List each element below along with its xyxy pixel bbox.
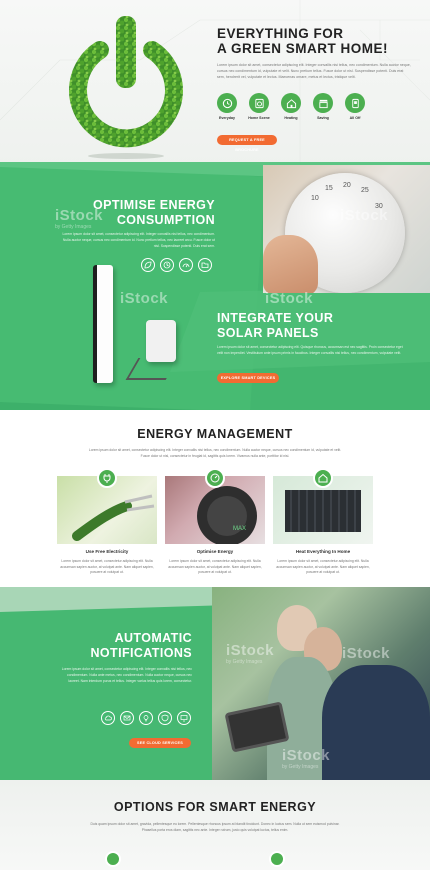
clock-icon (217, 93, 237, 113)
watermark-brand: iStock (265, 290, 314, 307)
solar-description: Lorem ipsum dolor sit amet, consectetur … (217, 345, 403, 355)
monitor-icon (177, 711, 191, 725)
card-title: Heat Everything In Home (295, 549, 351, 554)
hero-section: EVERYTHING FOR A GREEN SMART HOME! Lorem… (0, 0, 430, 170)
feature-home-scene[interactable]: Home Scene (248, 93, 270, 120)
explore-devices-button[interactable]: EXPLORE SMART DEVICES (217, 373, 279, 383)
watermark-sub: by Getty Images (226, 659, 263, 665)
house-icon (281, 93, 301, 113)
gauge-icon (205, 468, 225, 488)
notifications-description: Lorem ipsum dolor sit amet, consectetur … (61, 667, 192, 683)
folder-icon (198, 258, 212, 272)
solar-title: INTEGRATE YOUR SOLAR PANELS (217, 311, 397, 341)
options-section: OPTIONS FOR SMART ENERGY Duis quam ipsum… (0, 780, 430, 870)
thermostat-device (93, 265, 113, 383)
hero-title-line1: EVERYTHING FOR (217, 26, 344, 41)
watermark: iStock (342, 645, 390, 662)
power-icon (69, 16, 183, 159)
hand-image (263, 235, 318, 293)
energy-management-section: ENERGY MANAGEMENT Lorem ipsum dolor sit … (0, 410, 430, 600)
watermark-brand: iStock (342, 645, 391, 662)
management-title: ENERGY MANAGEMENT (137, 427, 293, 441)
optimise-title: OPTIMISE ENERGY CONSUMPTION (60, 198, 215, 228)
card-description: Lorem ipsum dolor sit amet, consectetur … (276, 559, 370, 575)
svg-text:MAX: MAX (233, 526, 246, 532)
home-icon (313, 468, 333, 488)
feature-saving[interactable]: Saving (312, 93, 334, 120)
clock-icon (160, 258, 174, 272)
management-description: Lorem ipsum dolor sit amet, consectetur … (88, 448, 342, 458)
options-icons (105, 851, 285, 867)
watermark-brand: iStock (120, 290, 169, 307)
watermark-brand: iStock (226, 642, 275, 659)
feature-label: Everyday (219, 116, 235, 120)
solar-title-line1: INTEGRATE YOUR (217, 311, 334, 325)
card-title: Optimise Energy (196, 549, 234, 554)
card-heat-home[interactable]: Heat Everything In Home Lorem ipsum dolo… (273, 468, 373, 576)
smart-hub-device (146, 320, 176, 362)
feature-label: All Off (349, 116, 361, 120)
notifications-title-line2: NOTIFICATIONS (90, 646, 192, 660)
gauge-icon (179, 258, 193, 272)
request-brochure-button[interactable]: REQUEST A FREE BROCHURE (217, 135, 277, 152)
option-icon[interactable] (269, 851, 285, 867)
leaf-icon (141, 258, 155, 272)
plug-icon (97, 468, 117, 488)
notifications-title-line1: AUTOMATIC (114, 631, 192, 645)
watermark-sub: by Getty Images (282, 764, 319, 770)
bulb-icon (139, 711, 153, 725)
hero-title-line2: A GREEN SMART HOME! (217, 41, 388, 56)
hero-feature-icons: Everyday Home Scene Heating Saving All O… (216, 93, 366, 120)
card-description: Lorem ipsum dolor sit amet, consectetur … (60, 559, 154, 575)
card-free-electricity[interactable]: Use Free Electricity Lorem ipsum dolor s… (57, 468, 157, 576)
watermark-brand: iStock (282, 747, 331, 764)
shield-icon (158, 711, 172, 725)
feature-label: Saving (317, 116, 329, 120)
card-optimise-energy[interactable]: MAX Optimise Energy Lorem ipsum dolor si… (165, 468, 265, 576)
feature-label: Home Scene (248, 116, 270, 120)
card-description: Lorem ipsum dolor sit amet, consectetur … (168, 559, 262, 575)
card-title: Use Free Electricity (85, 549, 129, 554)
feature-label: Heating (284, 116, 298, 120)
solar-title-line2: SOLAR PANELS (217, 326, 319, 340)
optimise-description: Lorem ipsum dolor sit amet, consectetur … (62, 232, 215, 248)
hero-description: Lorem ipsum dolor sit amet, consectetur … (217, 63, 411, 80)
options-title: OPTIONS FOR SMART ENERGY (113, 800, 317, 814)
thermostat-photo: 10 15 20 25 30 (263, 165, 430, 293)
washer-icon (249, 93, 269, 113)
shop-icon (313, 93, 333, 113)
person-body (322, 665, 430, 797)
feature-everyday[interactable]: Everyday (216, 93, 238, 120)
feature-heating[interactable]: Heating (280, 93, 302, 120)
cloud-services-button[interactable]: SEE CLOUD SERVICES (129, 738, 191, 748)
mail-icon (120, 711, 134, 725)
watermark: iStock (265, 290, 313, 307)
optimise-title-line1: OPTIMISE ENERGY (93, 198, 215, 212)
business-people-photo: iStock by Getty Images iStock iStock by Ge… (212, 587, 430, 797)
feature-all-off[interactable]: All Off (344, 93, 366, 120)
optimise-title-line2: CONSUMPTION (116, 213, 215, 227)
notifications-section: iStock by Getty Images iStock iStock by Ge… (0, 587, 430, 797)
watermark: iStock by Getty Images (282, 747, 330, 770)
hero-title: EVERYTHING FOR A GREEN SMART HOME! (217, 26, 417, 56)
notifications-title: AUTOMATIC NOTIFICATIONS (55, 631, 192, 661)
watermark: iStock (340, 207, 388, 224)
notifications-icons (101, 711, 191, 725)
option-icon[interactable] (105, 851, 121, 867)
optimise-icons (141, 258, 212, 272)
cloud-icon (101, 711, 115, 725)
device-icon (345, 93, 365, 113)
options-description: Duis quam ipsum dolor sit amet, gravida,… (90, 822, 340, 832)
watermark: iStock by Getty Images (226, 642, 274, 665)
watermark-brand: iStock (340, 207, 389, 224)
watermark: iStock (120, 290, 168, 307)
